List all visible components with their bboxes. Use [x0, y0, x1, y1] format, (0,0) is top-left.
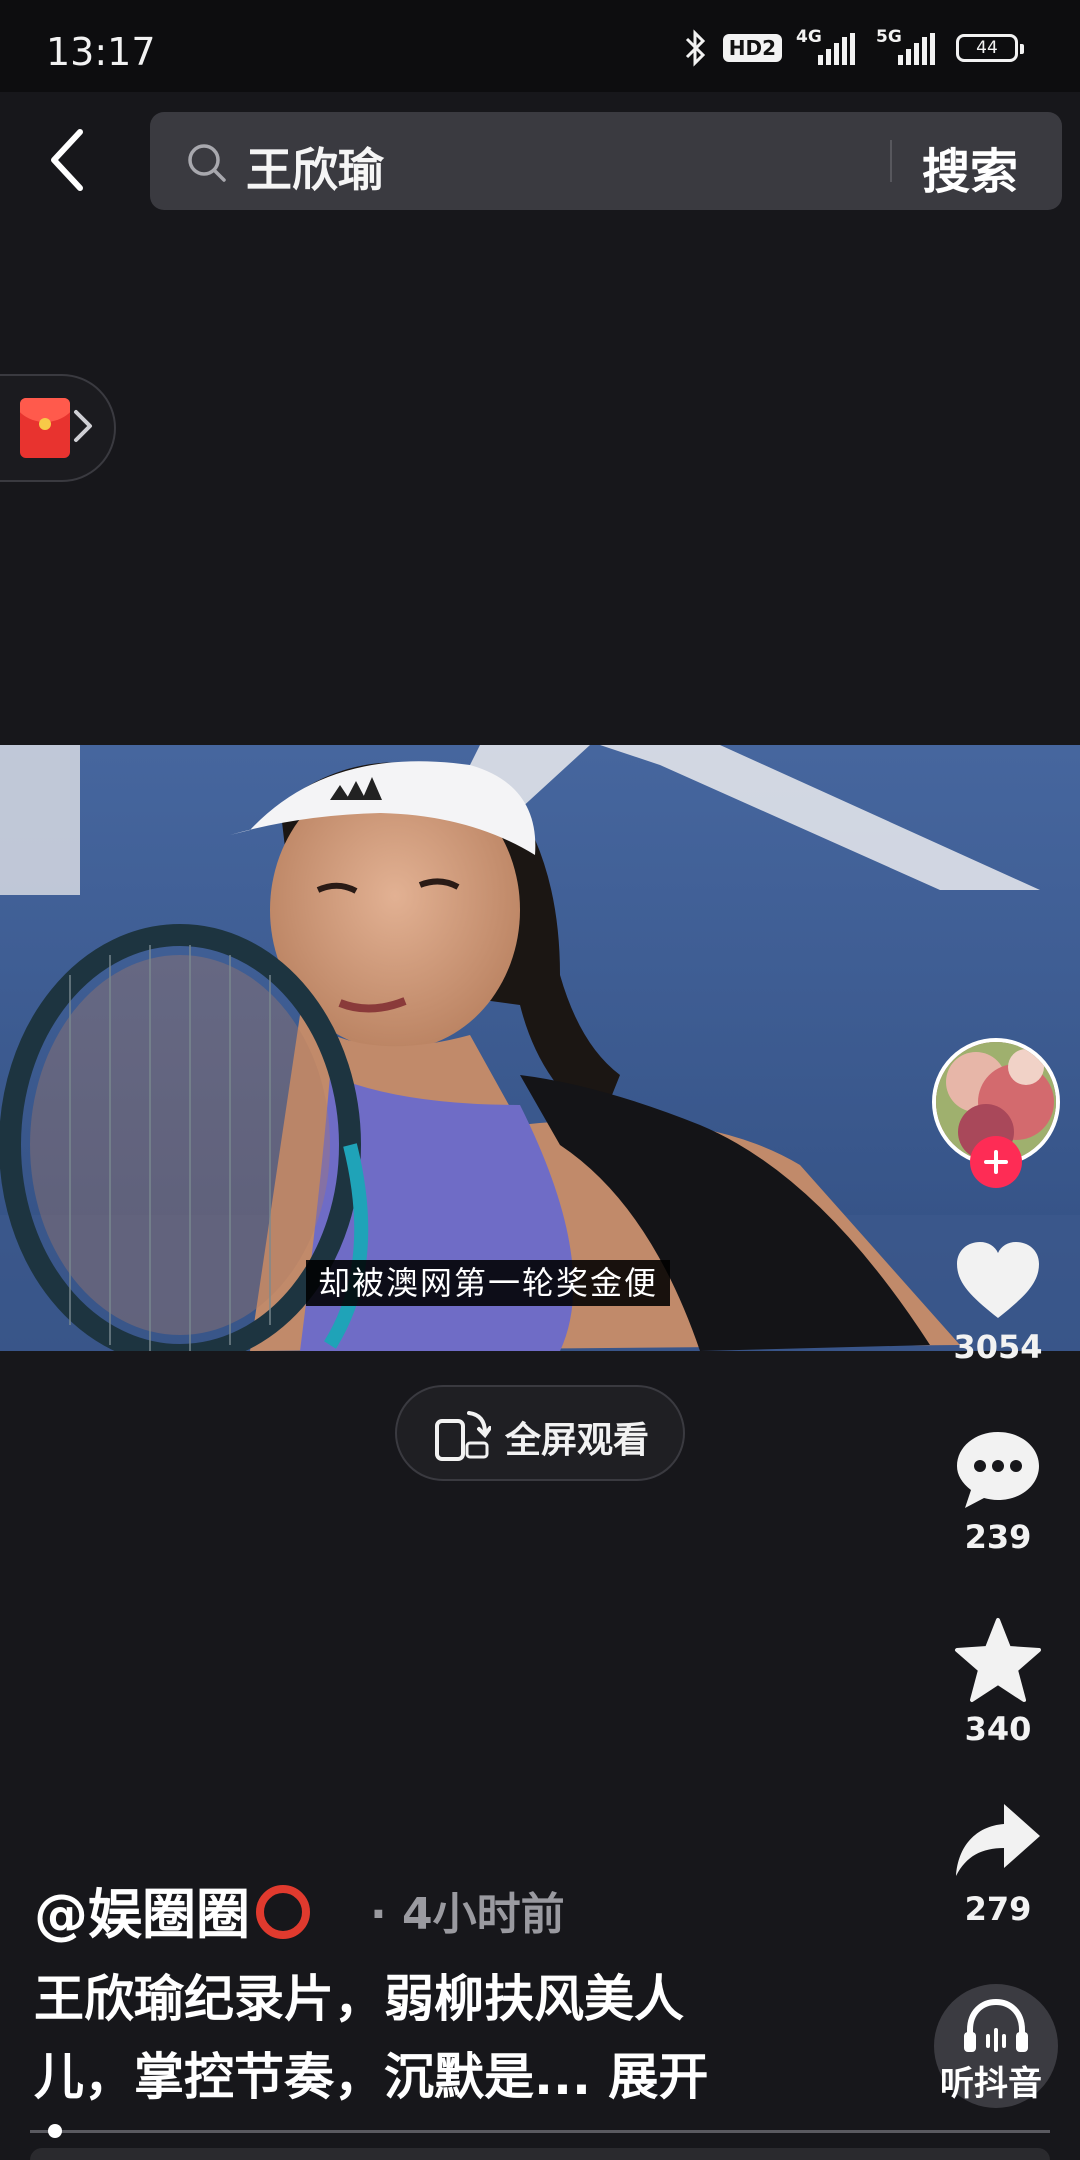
- listen-label: 听抖音: [940, 2064, 1042, 2104]
- follow-button[interactable]: [970, 1136, 1022, 1188]
- back-button[interactable]: [40, 120, 96, 200]
- like-count: 3054: [953, 1328, 1043, 1366]
- fullscreen-button[interactable]: 全屏观看: [395, 1385, 685, 1481]
- author-name[interactable]: @娱圈圈: [34, 1870, 310, 1949]
- search-input[interactable]: 王欣瑜: [246, 134, 384, 200]
- comment-count: 239: [964, 1518, 1032, 1556]
- heart-icon: [957, 1242, 1039, 1318]
- fullscreen-label: 全屏观看: [505, 1420, 650, 1461]
- video-subtitle: 却被澳网第一轮奖金便: [306, 1260, 671, 1306]
- chevron-right-icon: [74, 410, 92, 442]
- share-count: 279: [964, 1890, 1032, 1928]
- star-icon: [955, 1618, 1041, 1702]
- signal-4g-icon: 4G: [796, 27, 862, 67]
- headphones-icon: [964, 1998, 1028, 2052]
- favorite-count: 340: [964, 1710, 1032, 1748]
- comment-icon: [957, 1432, 1039, 1508]
- chevron-left-icon: [51, 129, 83, 191]
- bluetooth-icon: [685, 29, 705, 67]
- red-packet-widget[interactable]: [0, 374, 116, 482]
- status-time: 13:17: [46, 30, 156, 74]
- post-time: · 4小时前: [370, 1889, 565, 1940]
- video-progress-bar[interactable]: [30, 2130, 1050, 2133]
- description-text: 王欣瑜纪录片，弱柳扶风美人儿，掌控节奏，沉默是...: [34, 1970, 684, 2106]
- expand-link[interactable]: 展开: [608, 2048, 708, 2106]
- plus-icon: [984, 1150, 1008, 1174]
- status-bar: 13:17 HD2 4G 5G 44: [0, 0, 1080, 92]
- progress-handle[interactable]: [48, 2124, 62, 2138]
- author-handle[interactable]: @娱圈圈: [34, 1883, 250, 1946]
- favorite-button[interactable]: 340: [928, 1616, 1068, 1748]
- search-button[interactable]: 搜索: [922, 132, 1018, 202]
- battery-icon: 44: [956, 34, 1024, 62]
- like-button[interactable]: 3054: [928, 1238, 1068, 1366]
- hd-badge: HD2: [722, 34, 782, 62]
- red-envelope-icon: [20, 398, 70, 458]
- search-bar[interactable]: 王欣瑜 搜索: [150, 112, 1062, 210]
- bottom-sheet-edge: [30, 2148, 1050, 2160]
- comment-button[interactable]: 239: [928, 1428, 1068, 1556]
- signal-5g-icon: 5G: [876, 27, 942, 67]
- search-icon: [188, 144, 226, 182]
- red-circle-emoji-icon: [256, 1885, 310, 1939]
- share-arrow-icon: [956, 1804, 1040, 1876]
- rotate-phone-icon: [435, 1411, 491, 1461]
- search-divider: [890, 140, 892, 182]
- post-description[interactable]: 王欣瑜纪录片，弱柳扶风美人儿，掌控节奏，沉默是... 展开: [34, 1960, 774, 2116]
- share-button[interactable]: 279: [928, 1800, 1068, 1928]
- status-icons: HD2 4G 5G 44: [683, 27, 1024, 68]
